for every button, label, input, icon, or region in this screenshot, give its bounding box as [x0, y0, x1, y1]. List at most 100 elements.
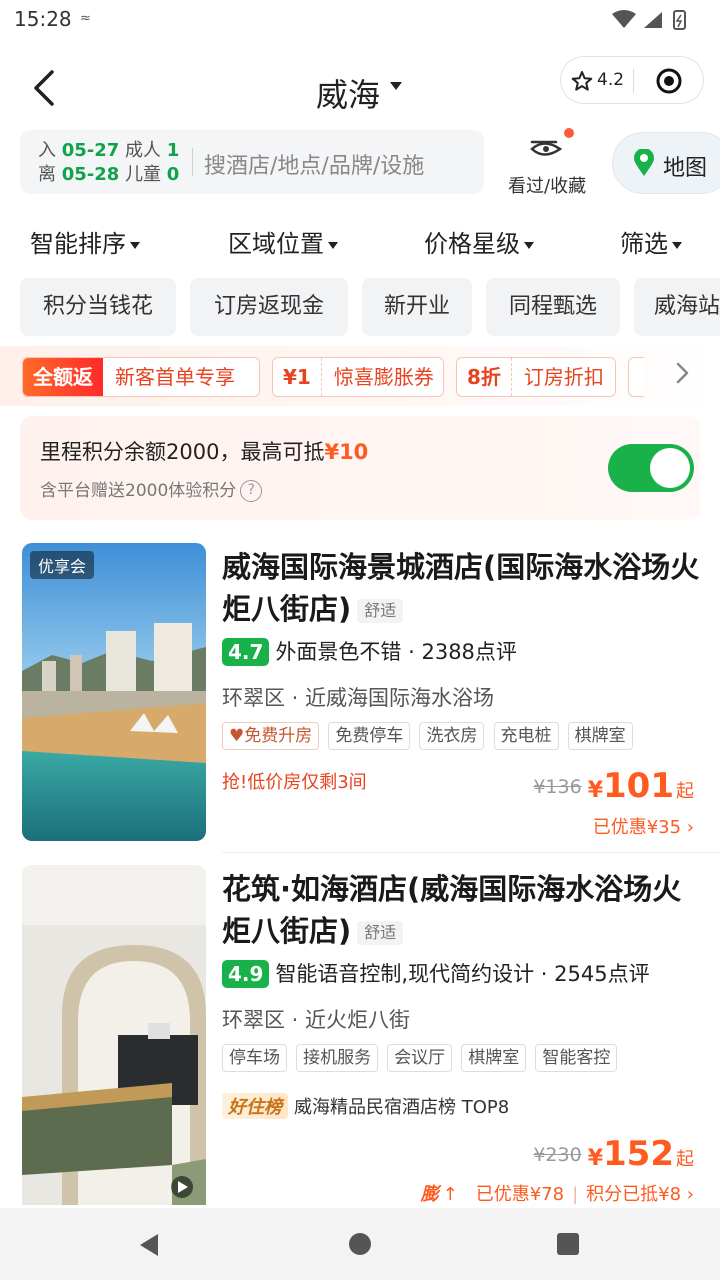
hotel-tag: 智能客控 — [535, 1044, 618, 1072]
back-arrow-icon — [34, 70, 54, 106]
seen-favorites-label: 看过/收藏 — [508, 176, 587, 197]
mileage-toggle[interactable] — [608, 444, 694, 492]
search-input[interactable]: 搜酒店/地点/品牌/设施 — [204, 148, 424, 180]
tab-label: 智能排序 — [30, 230, 126, 258]
chevron-right-icon[interactable] — [672, 360, 694, 386]
chip-cashback[interactable]: 订房返现金 — [190, 278, 348, 336]
mileage-balance-text: 里程积分余额2000，最高可抵 — [40, 440, 325, 464]
currency-symbol: ¥ — [587, 778, 604, 803]
chip-points[interactable]: 积分当钱花 — [20, 278, 176, 336]
original-price: ¥136 — [533, 776, 582, 798]
mileage-points-card: 里程积分余额2000，最高可抵¥10 含平台赠送2000体验积分? — [20, 416, 700, 520]
nav-home-icon[interactable] — [348, 1232, 372, 1256]
discount-detail-link[interactable]: 已优惠¥35 › — [593, 813, 694, 839]
checkin-label: 入 — [38, 140, 56, 161]
city-caret-icon — [390, 82, 402, 90]
price-suffix: 起 — [676, 781, 694, 802]
search-bar[interactable]: 入 05-27 成人 1 离 05-28 儿童 0 搜酒店/地点/品牌/设施 — [20, 130, 484, 194]
tab-filter[interactable]: 筛选 — [620, 224, 682, 259]
children-label: 儿童 — [125, 164, 162, 185]
hotel-photo[interactable]: 优享会 — [22, 543, 206, 841]
hotel-reviews: 2545点评 — [554, 962, 650, 986]
map-button[interactable]: 地图 — [612, 132, 720, 194]
nav-recents-icon[interactable] — [556, 1232, 580, 1256]
tab-smart-sort[interactable]: 智能排序 — [30, 224, 140, 259]
chip-selected[interactable]: 同程甄选 — [486, 278, 620, 336]
status-bar: 15:28 ≈ — [0, 0, 720, 40]
gift-heart-icon: ♥ — [229, 726, 245, 746]
back-button[interactable] — [28, 66, 68, 110]
dot-separator: · — [534, 962, 555, 986]
hotel-tag: 免费停车 — [328, 722, 411, 750]
hotel-name[interactable]: 威海国际海景城酒店(国际海水浴场火炬八街店) 舒适 — [222, 546, 702, 630]
tab-price-star[interactable]: 价格星级 — [424, 224, 534, 259]
promo-text: 惊喜膨胀券 — [320, 358, 443, 396]
mileage-note: 含平台赠送2000体验积分? — [40, 476, 263, 502]
hotel-location: 环翠区 · 近火炬八街 — [222, 1008, 411, 1032]
promo-newcomer[interactable]: 全额返 新客首单专享 — [22, 357, 260, 397]
tab-label: 筛选 — [620, 230, 668, 258]
promo-coupon[interactable]: ¥1 惊喜膨胀券 — [272, 357, 444, 397]
hotel-photo[interactable] — [22, 865, 206, 1205]
wifi-icon — [612, 10, 636, 28]
promo-discount[interactable]: 8折 订房折扣 — [456, 357, 616, 397]
help-icon[interactable]: ? — [240, 480, 263, 502]
caret-down-icon — [130, 241, 140, 249]
hotel-tag: 棋牌室 — [461, 1044, 527, 1072]
hotel-tag: 接机服务 — [296, 1044, 379, 1072]
hotel-price: ¥230 ¥152 起 — [533, 1134, 694, 1174]
chip-new-open[interactable]: 新开业 — [362, 278, 472, 336]
checkout-label: 离 — [38, 164, 56, 185]
original-price: ¥230 — [533, 1144, 582, 1166]
caret-down-icon — [328, 241, 338, 249]
notification-dot — [564, 128, 574, 138]
current-price: 101 — [603, 766, 674, 806]
star-icon[interactable] — [571, 70, 593, 92]
toggle-knob — [650, 448, 690, 488]
system-navigation-bar — [0, 1208, 720, 1280]
mileage-amount: ¥10 — [324, 440, 369, 464]
beach-photo-image — [22, 543, 206, 841]
stay-dates[interactable]: 入 05-27 成人 1 离 05-28 儿童 0 — [38, 139, 179, 187]
hotel-name-text: 威海国际海景城酒店(国际海水浴场火炬八街店) — [222, 550, 700, 626]
card-divider — [222, 852, 720, 853]
hotel-score-row: 4.7 外面景色不错 · 2388点评 — [222, 636, 517, 666]
capsule-divider — [633, 69, 634, 93]
battery-icon — [673, 10, 686, 30]
mileage-note-text: 含平台赠送2000体验积分 — [40, 481, 237, 501]
saving-amount: 已优惠¥78 — [475, 1184, 565, 1205]
hotel-tags: 停车场 接机服务 会议厅 棋牌室 智能客控 — [222, 1044, 621, 1072]
hotel-tag-text: 免费升房 — [244, 726, 313, 746]
caret-down-icon — [672, 241, 682, 249]
caret-down-icon — [524, 241, 534, 249]
saving-divider: | — [572, 1184, 579, 1205]
hotel-tag: ♥免费升房 — [222, 722, 320, 750]
status-time: 15:28 — [14, 7, 72, 31]
hotel-name[interactable]: 花筑·如海酒店(威海国际海水浴场火炬八街店) 舒适 — [222, 868, 702, 952]
room-photo-image — [22, 865, 206, 1205]
hotel-tag: 棋牌室 — [567, 722, 633, 750]
hotel-tags: ♥免费升房 免费停车 洗衣房 充电桩 棋牌室 — [222, 722, 637, 750]
status-indicator: ≈ — [80, 11, 91, 26]
tab-label: 价格星级 — [424, 230, 520, 258]
children-count: 0 — [166, 164, 180, 185]
current-price: 152 — [603, 1134, 674, 1174]
mini-program-capsule: 4.2 — [560, 56, 704, 104]
promo-text: 订房折扣 — [510, 358, 615, 396]
hotel-highlight: 外面景色不错 — [275, 640, 402, 664]
seen-favorites-button[interactable]: 看过/收藏 — [500, 128, 596, 197]
target-close-icon[interactable] — [655, 67, 683, 95]
city-selector[interactable]: 威海 — [316, 70, 380, 116]
hotel-score: 4.9 — [222, 960, 270, 988]
discount-detail-link[interactable]: 膨 ↑ 已优惠¥78 | 积分已抵¥8 › — [421, 1180, 694, 1206]
nav-back-icon[interactable] — [136, 1232, 162, 1258]
ranking-label: 好住榜 — [222, 1093, 288, 1119]
hotel-price: ¥136 ¥101 起 — [533, 766, 694, 806]
promo-tag: ¥1 — [283, 365, 311, 389]
status-icons — [612, 10, 686, 30]
chip-weihai-station[interactable]: 威海站 — [634, 278, 720, 336]
tab-area-location[interactable]: 区域位置 — [228, 224, 338, 259]
ranking-badge[interactable]: 好住榜 威海精品民宿酒店榜 TOP8 — [222, 1093, 509, 1119]
tab-label: 区域位置 — [228, 230, 324, 258]
hotel-tag: 停车场 — [222, 1044, 287, 1072]
